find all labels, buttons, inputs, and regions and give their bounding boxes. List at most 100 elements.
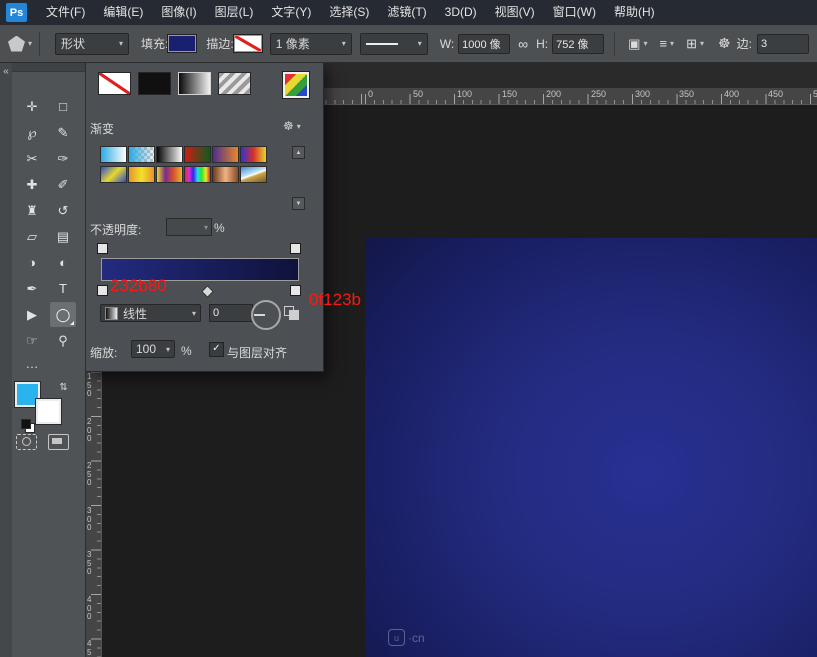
gradient-preset-blue-red-yellow[interactable] — [240, 146, 267, 163]
path-selection-tool[interactable]: ▶ — [19, 302, 45, 327]
collapse-panels-icon[interactable]: « — [0, 62, 12, 77]
gear-icon: ☸ — [283, 119, 294, 133]
stroke-width-select[interactable]: 1 像素 ▾ — [270, 33, 352, 55]
h-ruler-label: 500 — [813, 89, 817, 99]
fill-color-swatch[interactable] — [168, 35, 196, 52]
h-ruler-label: 150 — [502, 89, 517, 99]
brush-tool[interactable]: ✐ — [50, 172, 76, 197]
color-picker-button[interactable] — [283, 72, 309, 98]
path-alignment-button[interactable]: ≡ ▾ — [659, 36, 674, 51]
width-input[interactable] — [458, 34, 510, 54]
tool-mode-select[interactable]: 形状 ▾ — [55, 33, 129, 55]
gradient-preset-copper[interactable] — [212, 166, 239, 183]
menu-item-image[interactable]: 图像(I) — [152, 0, 205, 25]
eraser-tool[interactable]: ▱ — [19, 224, 45, 249]
height-input[interactable] — [552, 34, 604, 54]
gradient-preset-black-white[interactable] — [156, 146, 183, 163]
menu-item-window[interactable]: 窗口(W) — [544, 0, 605, 25]
options-bar: ▾ 形状 ▾ 填充: 描边: 1 像素 ▾ ▾ W: ∞ H: ▣ ▾ ≡ ▾ … — [0, 25, 817, 63]
path-operations-button[interactable]: ▣ ▾ — [628, 36, 647, 52]
history-brush-tool[interactable]: ↺ — [50, 198, 76, 223]
quick-selection-tool[interactable]: ✎ — [50, 120, 76, 145]
pen-tool[interactable]: ✒ — [19, 276, 45, 301]
menu-item-layer[interactable]: 图层(L) — [206, 0, 263, 25]
menu-item-edit[interactable]: 编辑(E) — [94, 0, 152, 25]
menu-item-3d[interactable]: 3D(D) — [436, 0, 486, 25]
scale-select[interactable]: 100 ▾ — [131, 340, 175, 358]
angle-input[interactable] — [209, 304, 253, 322]
v-ruler-label: 450 — [87, 640, 95, 657]
gradient-preset-yellow-violet-orange[interactable] — [156, 166, 183, 183]
opacity-select[interactable]: ▾ — [166, 218, 212, 236]
color-stop-left[interactable] — [97, 285, 108, 296]
spot-healing-tool[interactable]: ✚ — [19, 172, 45, 197]
gradient-preset-orange-yellow-orange[interactable] — [128, 166, 155, 183]
document-canvas[interactable] — [365, 238, 817, 657]
fill-none-button[interactable] — [98, 72, 131, 95]
sides-input[interactable] — [757, 34, 809, 54]
screen-mode-button[interactable] — [48, 434, 69, 450]
gradient-preset-violet-orange[interactable] — [212, 146, 239, 163]
h-ruler-label: 100 — [457, 89, 472, 99]
tool-grid: ✛ □ ℘ ✎ ✂ ✑ ✚ ✐ ♜ ↺ ▱ ▤ ◑ ◐ ✒ T ▶ ◯ ☞ ⚲ — [19, 94, 79, 353]
type-tool[interactable]: T — [50, 276, 76, 301]
h-ruler-label: 200 — [546, 89, 561, 99]
polygon-tool-icon — [8, 36, 25, 52]
toolbar-grip[interactable] — [12, 62, 85, 72]
default-colors-icon[interactable] — [21, 419, 35, 433]
divider — [614, 32, 615, 56]
shape-tool-selected[interactable]: ◯ — [50, 302, 76, 327]
dodge-tool[interactable]: ◐ — [50, 250, 76, 275]
crop-tool[interactable]: ✂ — [19, 146, 45, 171]
gear-icon[interactable]: ☸ — [718, 35, 731, 52]
fill-solid-color-button[interactable] — [138, 72, 171, 95]
gradient-settings-button[interactable]: ☸ ▾ — [283, 119, 301, 133]
blur-tool[interactable]: ◑ — [19, 250, 45, 275]
color-stop-right[interactable] — [290, 285, 301, 296]
menu-item-help[interactable]: 帮助(H) — [605, 0, 664, 25]
zoom-tool[interactable]: ⚲ — [50, 328, 76, 353]
menu-item-view[interactable]: 视图(V) — [486, 0, 544, 25]
gradient-preset-fg-to-transparent[interactable] — [128, 146, 155, 163]
gradient-preset-chrome[interactable] — [240, 166, 267, 183]
gradient-preset-blue-yellow-blue[interactable] — [100, 166, 127, 183]
menu-item-type[interactable]: 文字(Y) — [262, 0, 320, 25]
tool-preset-button[interactable]: ▾ — [8, 36, 32, 52]
fill-pattern-button[interactable] — [218, 72, 251, 95]
align-with-layer-checkbox[interactable]: ✓ — [209, 342, 224, 357]
gradient-preset-fg-to-bg[interactable] — [100, 146, 127, 163]
opacity-stop-right[interactable] — [290, 243, 301, 254]
swap-colors-icon[interactable]: ⇄ — [58, 382, 69, 390]
edit-toolbar-ellipsis[interactable]: … — [19, 356, 45, 371]
stroke-style-select[interactable]: ▾ — [360, 33, 428, 55]
quick-mask-mode-button[interactable] — [16, 434, 37, 450]
menu-item-select[interactable]: 选择(S) — [320, 0, 378, 25]
rectangular-marquee-tool[interactable]: □ — [50, 94, 76, 119]
stroke-color-swatch[interactable] — [234, 35, 262, 52]
preset-scroll-down-button[interactable]: ▼ — [292, 197, 305, 210]
move-tool[interactable]: ✛ — [19, 94, 45, 119]
lasso-tool[interactable]: ℘ — [19, 120, 45, 145]
h-ruler-label: 400 — [724, 89, 739, 99]
background-color-swatch[interactable] — [36, 399, 61, 424]
gradient-tool[interactable]: ▤ — [50, 224, 76, 249]
v-ruler-label: 200 — [87, 418, 95, 444]
menu-item-file[interactable]: 文件(F) — [37, 0, 94, 25]
menu-item-filter[interactable]: 滤镜(T) — [378, 0, 435, 25]
clone-stamp-tool[interactable]: ♜ — [19, 198, 45, 223]
gradient-style-value: 线性 — [123, 305, 147, 322]
preset-scroll-up-button[interactable]: ▲ — [292, 146, 305, 159]
gradient-preset-red-green[interactable] — [184, 146, 211, 163]
angle-dial[interactable] — [251, 300, 281, 330]
eyedropper-tool[interactable]: ✑ — [50, 146, 76, 171]
fill-gradient-button[interactable] — [178, 72, 211, 95]
gradient-midpoint-handle[interactable] — [201, 285, 214, 298]
link-dimensions-icon[interactable]: ∞ — [518, 36, 528, 52]
gradient-style-select[interactable]: 线性 ▾ — [100, 304, 201, 322]
opacity-stop-left[interactable] — [97, 243, 108, 254]
hand-tool[interactable]: ☞ — [19, 328, 45, 353]
h-ruler-label: 350 — [679, 89, 694, 99]
path-arrangement-button[interactable]: ⊞ ▾ — [686, 36, 704, 52]
reverse-gradient-icon[interactable] — [284, 306, 299, 319]
gradient-preset-spectrum[interactable] — [184, 166, 211, 183]
